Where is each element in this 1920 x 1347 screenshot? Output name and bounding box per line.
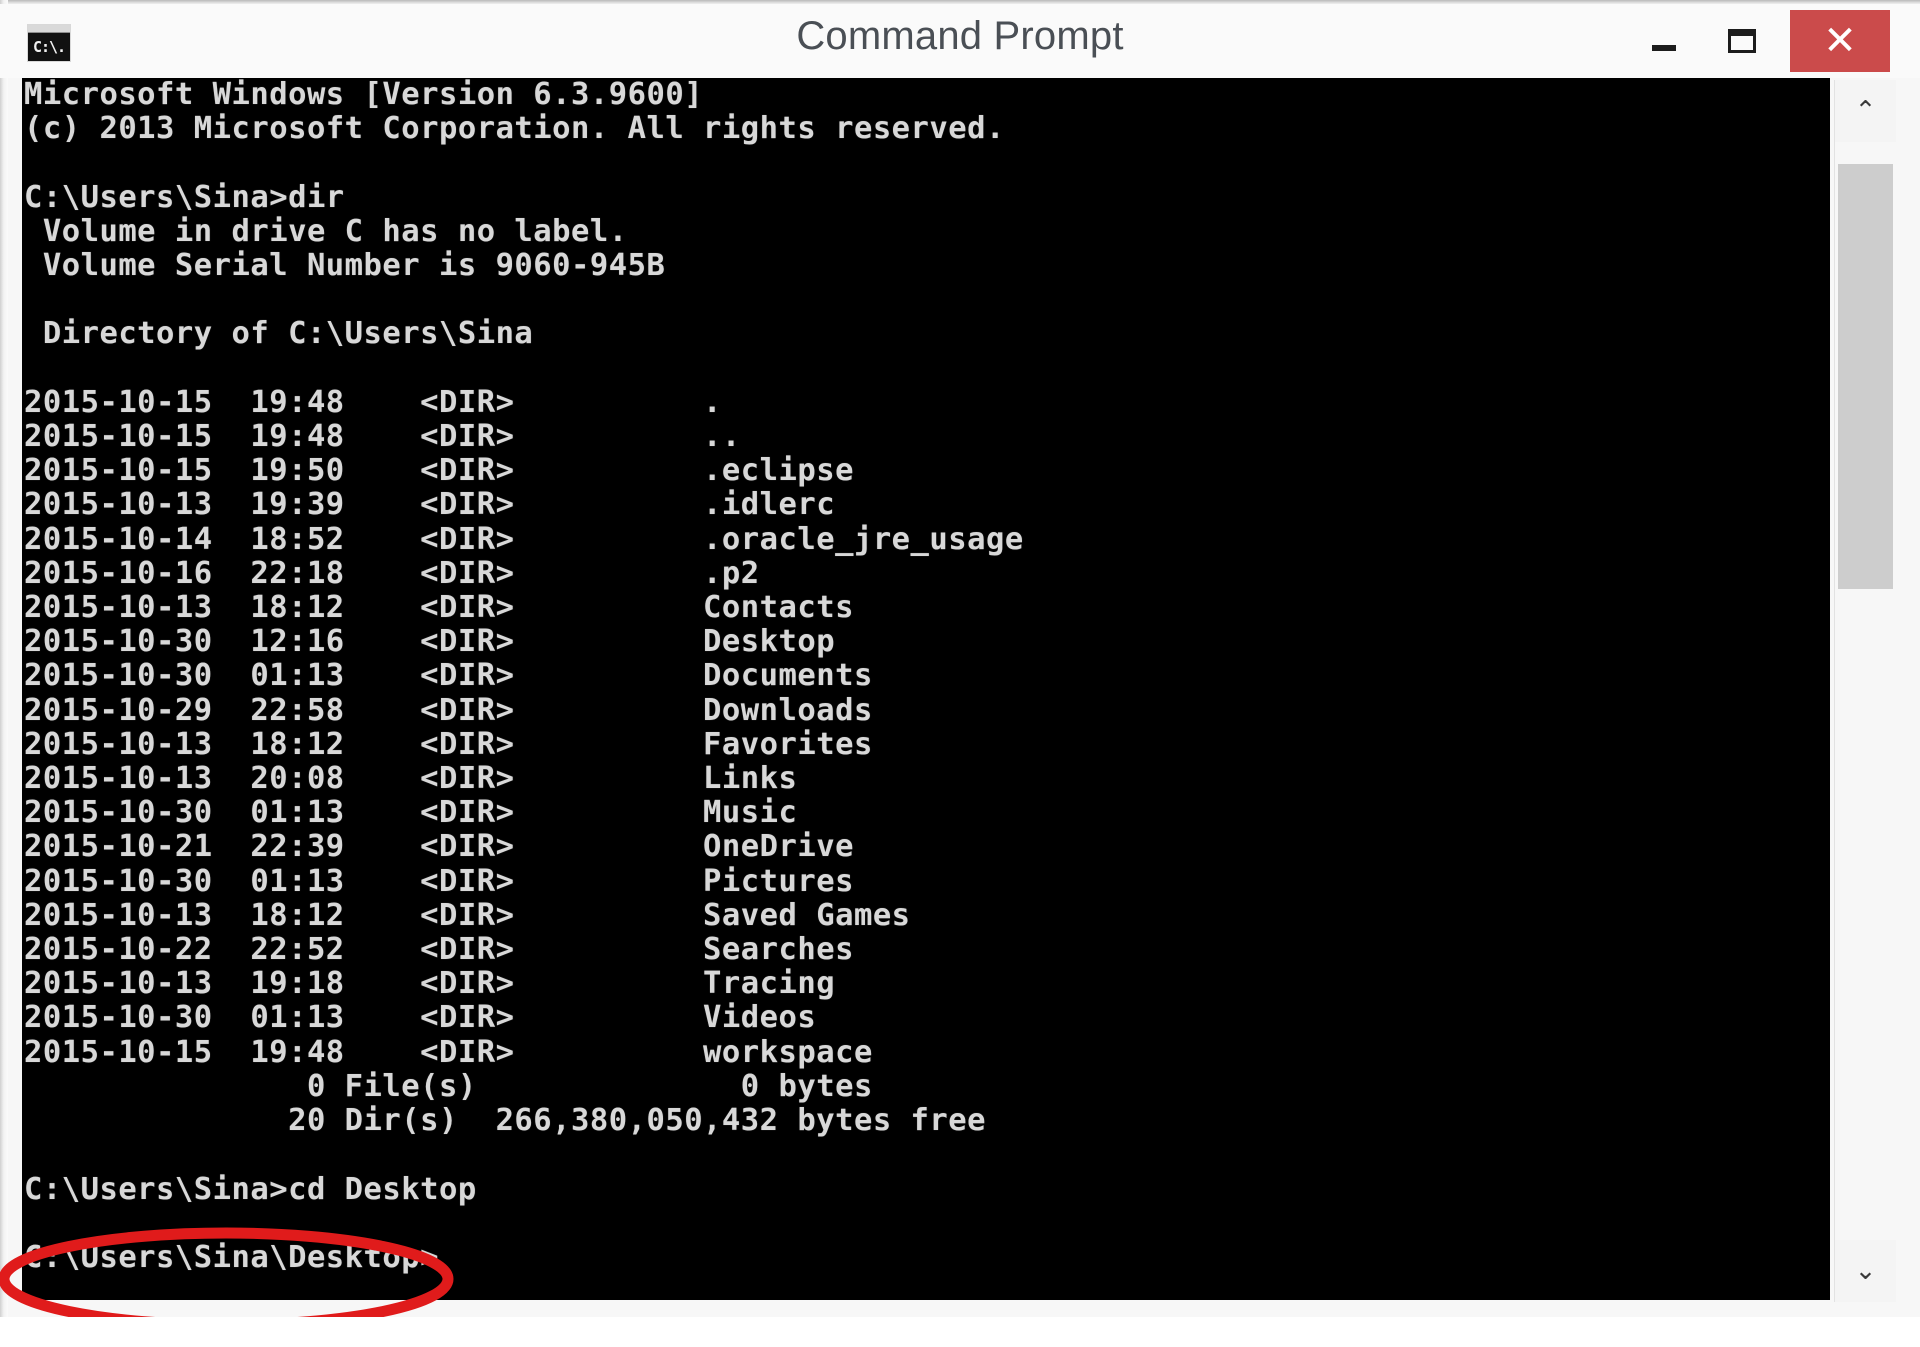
title-bar[interactable]: C:\. Command Prompt ✕ <box>0 4 1920 78</box>
icon-titlebar-strip <box>28 25 70 33</box>
scroll-down-arrow-icon[interactable]: ⌄ <box>1835 1240 1896 1302</box>
scroll-up-arrow-icon[interactable]: ⌃ <box>1835 80 1896 142</box>
minimize-button[interactable] <box>1625 12 1703 70</box>
window-bottom-edge <box>0 1317 1920 1347</box>
close-icon: ✕ <box>1823 19 1857 63</box>
vertical-scrollbar[interactable]: ⌃ ⌄ <box>1834 80 1896 1302</box>
console-text: Microsoft Windows [Version 6.3.9600] (c)… <box>24 78 1024 1275</box>
scrollbar-track[interactable] <box>1835 142 1896 1240</box>
command-prompt-window: C:\. Command Prompt ✕ Microsoft Windows … <box>0 0 1920 1347</box>
icon-screen-label: C:\. <box>28 33 70 61</box>
maximize-icon <box>1728 29 1756 53</box>
minimize-icon <box>1652 45 1676 51</box>
scrollbar-thumb[interactable] <box>1838 164 1893 589</box>
console-output-area[interactable]: Microsoft Windows [Version 6.3.9600] (c)… <box>22 78 1830 1300</box>
window-left-edge <box>0 0 8 1347</box>
maximize-button[interactable] <box>1703 12 1781 70</box>
command-prompt-icon[interactable]: C:\. <box>27 24 71 62</box>
close-button[interactable]: ✕ <box>1790 10 1890 72</box>
